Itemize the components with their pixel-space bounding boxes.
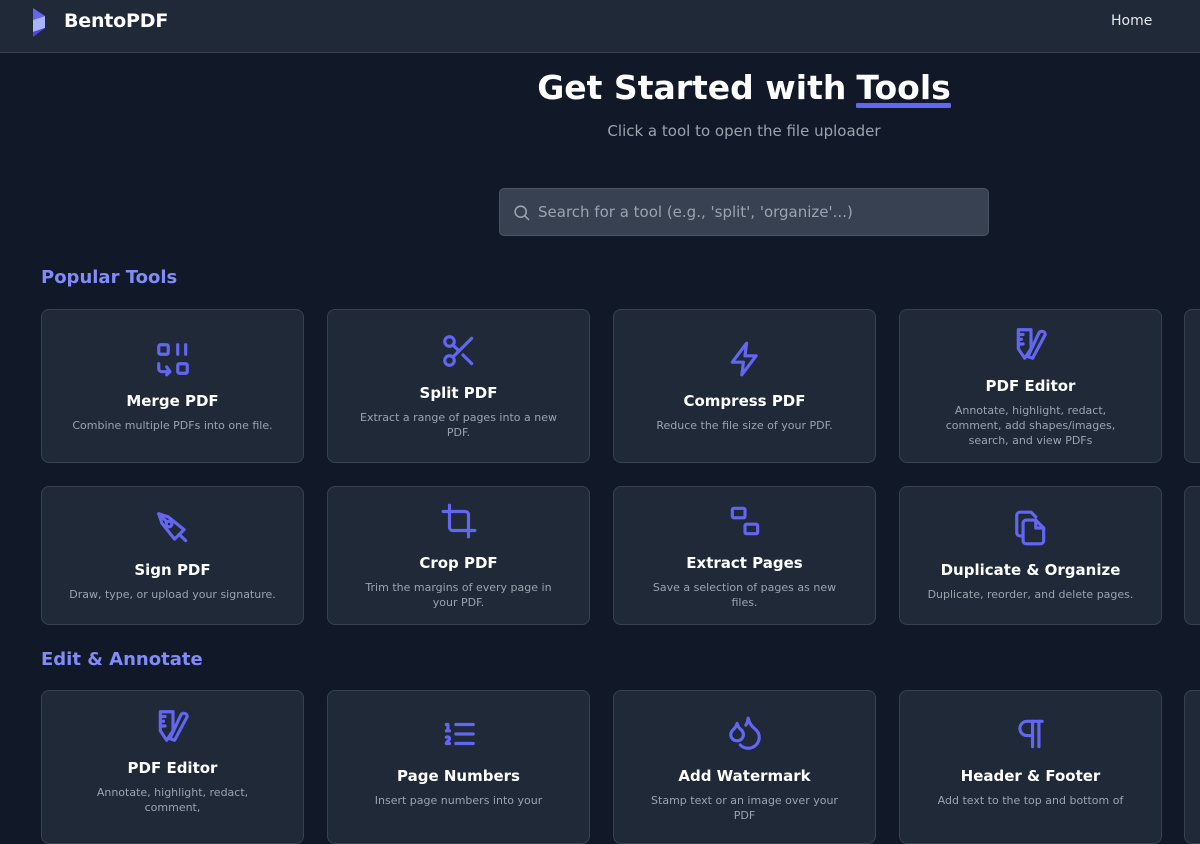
top-navbar: BentoPDF Home bbox=[0, 0, 1200, 53]
tool-card-title: Duplicate & Organize bbox=[940, 561, 1121, 579]
brand-name[interactable]: BentoPDF bbox=[64, 10, 168, 32]
tool-card-duplicate-organize[interactable]: Duplicate & Organize Duplicate, reorder,… bbox=[899, 486, 1162, 625]
tool-card-title: PDF Editor bbox=[127, 759, 218, 777]
tool-card-add-watermark[interactable]: Add Watermark Stamp text or an image ove… bbox=[613, 690, 876, 844]
tool-card-title: Page Numbers bbox=[397, 767, 520, 785]
tool-card-compress-pdf[interactable]: Compress PDF Reduce the file size of you… bbox=[613, 309, 876, 463]
section-title-popular-tools: Popular Tools bbox=[41, 267, 178, 288]
tool-card-extract-pages[interactable]: Extract Pages Save a selection of pages … bbox=[613, 486, 876, 625]
tool-card-partial[interactable] bbox=[1184, 486, 1200, 625]
tool-card-title: Add Watermark bbox=[678, 767, 811, 785]
section-title-edit-annotate: Edit & Annotate bbox=[41, 649, 203, 670]
pencil-ruler-icon bbox=[1016, 327, 1047, 360]
tool-card-partial[interactable] bbox=[1184, 309, 1200, 463]
tool-card-crop-pdf[interactable]: Crop PDF Trim the margins of every page … bbox=[327, 486, 590, 625]
search-input[interactable] bbox=[538, 189, 978, 235]
tool-card-description: Save a selection of pages as new files. bbox=[652, 580, 837, 609]
pen-nib-icon bbox=[156, 512, 187, 543]
page-title-prefix: Get Started with bbox=[537, 68, 847, 107]
search-icon bbox=[514, 205, 530, 221]
tool-card-header-footer[interactable]: Header & Footer Add text to the top and … bbox=[899, 690, 1162, 844]
nav-home-link[interactable]: Home bbox=[1111, 13, 1152, 29]
tool-card-title: PDF Editor bbox=[985, 376, 1076, 395]
tool-card-description: Annotate, highlight, redact, comment, ad… bbox=[945, 403, 1116, 447]
merge-icon bbox=[156, 342, 189, 376]
tool-card-title: Crop PDF bbox=[419, 553, 498, 572]
pilcrow-icon bbox=[1017, 719, 1044, 749]
extract-pages-icon bbox=[730, 506, 759, 535]
tool-card-title: Extract Pages bbox=[686, 553, 803, 572]
pencil-ruler-icon bbox=[158, 710, 189, 742]
page-title: Get Started with Tools bbox=[0, 68, 1200, 108]
list-ordered-icon bbox=[444, 722, 475, 746]
crop-icon bbox=[441, 503, 476, 538]
page-subtitle: Click a tool to open the file uploader bbox=[607, 122, 881, 140]
tool-card-description: Draw, type, or upload your signature. bbox=[69, 588, 276, 601]
tool-card-pdf-editor[interactable]: PDF Editor Annotate, highlight, redact, … bbox=[41, 690, 304, 844]
tool-card-title: Split PDF bbox=[419, 384, 498, 402]
tool-card-page-numbers[interactable]: Page Numbers Insert page numbers into yo… bbox=[327, 690, 590, 844]
tool-card-title: Compress PDF bbox=[683, 391, 806, 410]
droplets-icon bbox=[728, 716, 761, 750]
tool-card-description: Annotate, highlight, redact, comment, bbox=[96, 786, 249, 814]
tool-card-description: Reduce the file size of your PDF. bbox=[656, 418, 833, 432]
tool-card-title: Header & Footer bbox=[960, 767, 1101, 785]
tool-card-description: Combine multiple PDFs into one file. bbox=[72, 418, 273, 432]
tool-search-box[interactable] bbox=[499, 188, 989, 236]
tool-card-sign-pdf[interactable]: Sign PDF Draw, type, or upload your sign… bbox=[41, 486, 304, 625]
tool-card-title: Merge PDF bbox=[126, 391, 219, 410]
tool-card-split-pdf[interactable]: Split PDF Extract a range of pages into … bbox=[327, 309, 590, 463]
tool-card-description: Stamp text or an image over your PDF bbox=[651, 794, 838, 822]
bentopdf-logo-icon[interactable] bbox=[31, 6, 51, 38]
tool-card-title: Sign PDF bbox=[134, 561, 211, 579]
tool-card-merge-pdf[interactable]: Merge PDF Combine multiple PDFs into one… bbox=[41, 309, 304, 463]
tool-card-description: Trim the margins of every page in your P… bbox=[365, 580, 552, 609]
tool-card-description: Extract a range of pages into a new PDF. bbox=[360, 411, 557, 439]
tool-card-pdf-editor[interactable]: PDF Editor Annotate, highlight, redact, … bbox=[899, 309, 1162, 463]
lightning-icon bbox=[730, 341, 758, 376]
tool-card-partial[interactable] bbox=[1184, 690, 1200, 844]
copy-icon bbox=[1014, 510, 1045, 546]
scissors-icon bbox=[442, 335, 473, 367]
tool-card-description: Duplicate, reorder, and delete pages. bbox=[927, 588, 1134, 601]
page-title-highlight: Tools bbox=[856, 68, 952, 108]
